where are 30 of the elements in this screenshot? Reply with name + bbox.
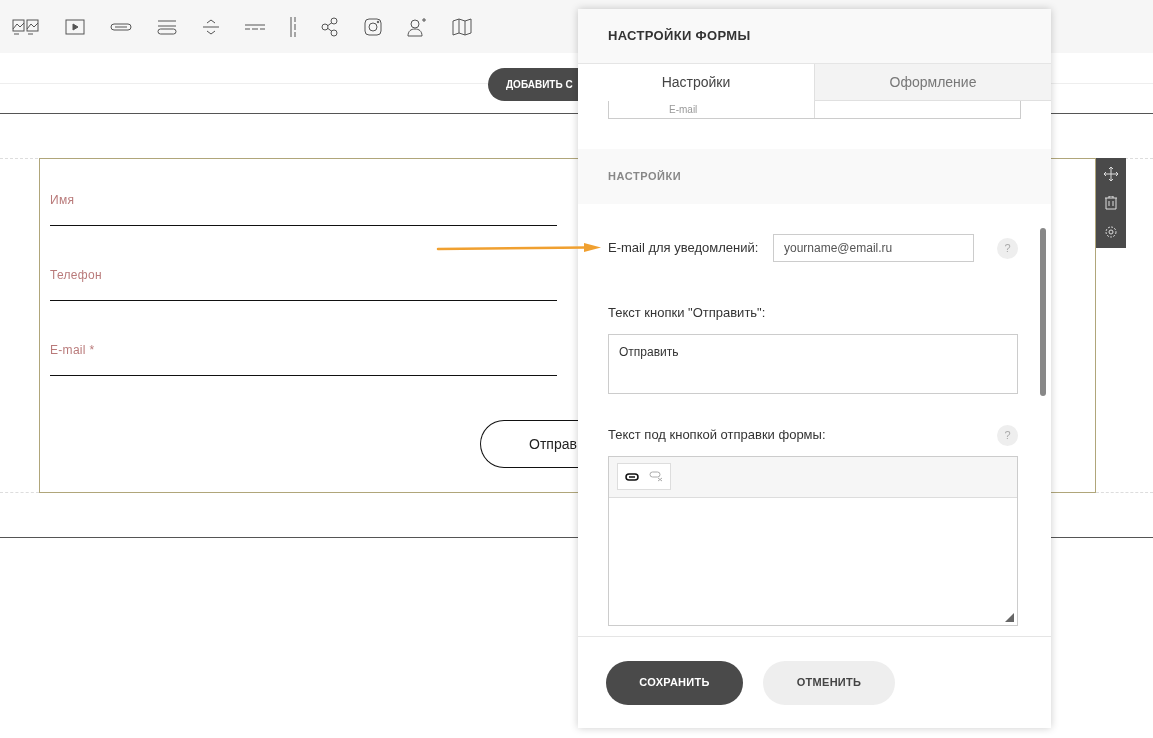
button-text-field[interactable]: Отправить [608,333,1018,394]
save-button[interactable]: СОХРАНИТЬ [606,660,743,705]
settings-icon[interactable] [1104,224,1118,239]
resize-handle-icon[interactable] [1005,612,1014,622]
add-user-icon[interactable] [407,16,427,37]
field-label: Текст кнопки "Отправить": [608,304,767,322]
scrollbar[interactable] [1040,228,1046,396]
form-field-label: Телефон [50,267,102,284]
field-label: Текст под кнопкой отправки формы: [608,426,826,445]
trash-icon[interactable] [1105,196,1117,210]
email-input-field[interactable]: yourname@email.ru [773,234,974,262]
button-icon[interactable] [110,22,132,31]
cancel-button[interactable]: ОТМЕНИТЬ [763,660,895,705]
gallery-icon[interactable] [12,17,40,36]
add-block-button[interactable]: ДОБАВИТЬ С [488,68,578,101]
share-icon[interactable] [321,16,339,37]
spacer-icon[interactable] [202,18,220,35]
instagram-icon[interactable] [364,17,382,36]
section-title: НАСТРОЙКИ [608,169,682,185]
field-label: E-mail для уведомлений: [608,239,760,258]
panel-title: НАСТРОЙКИ ФОРМЫ [578,9,1051,63]
tab[interactable]: Оформление [814,64,1051,101]
video-icon[interactable] [65,18,85,35]
link-icon[interactable] [625,472,639,481]
move-icon[interactable] [1104,167,1118,182]
form-field-label: E-mail * [50,342,95,359]
text-button-icon[interactable] [157,18,177,35]
map-icon[interactable] [452,17,472,36]
field-name: E-mail [669,103,698,116]
form-field-label: Имя [50,192,75,209]
